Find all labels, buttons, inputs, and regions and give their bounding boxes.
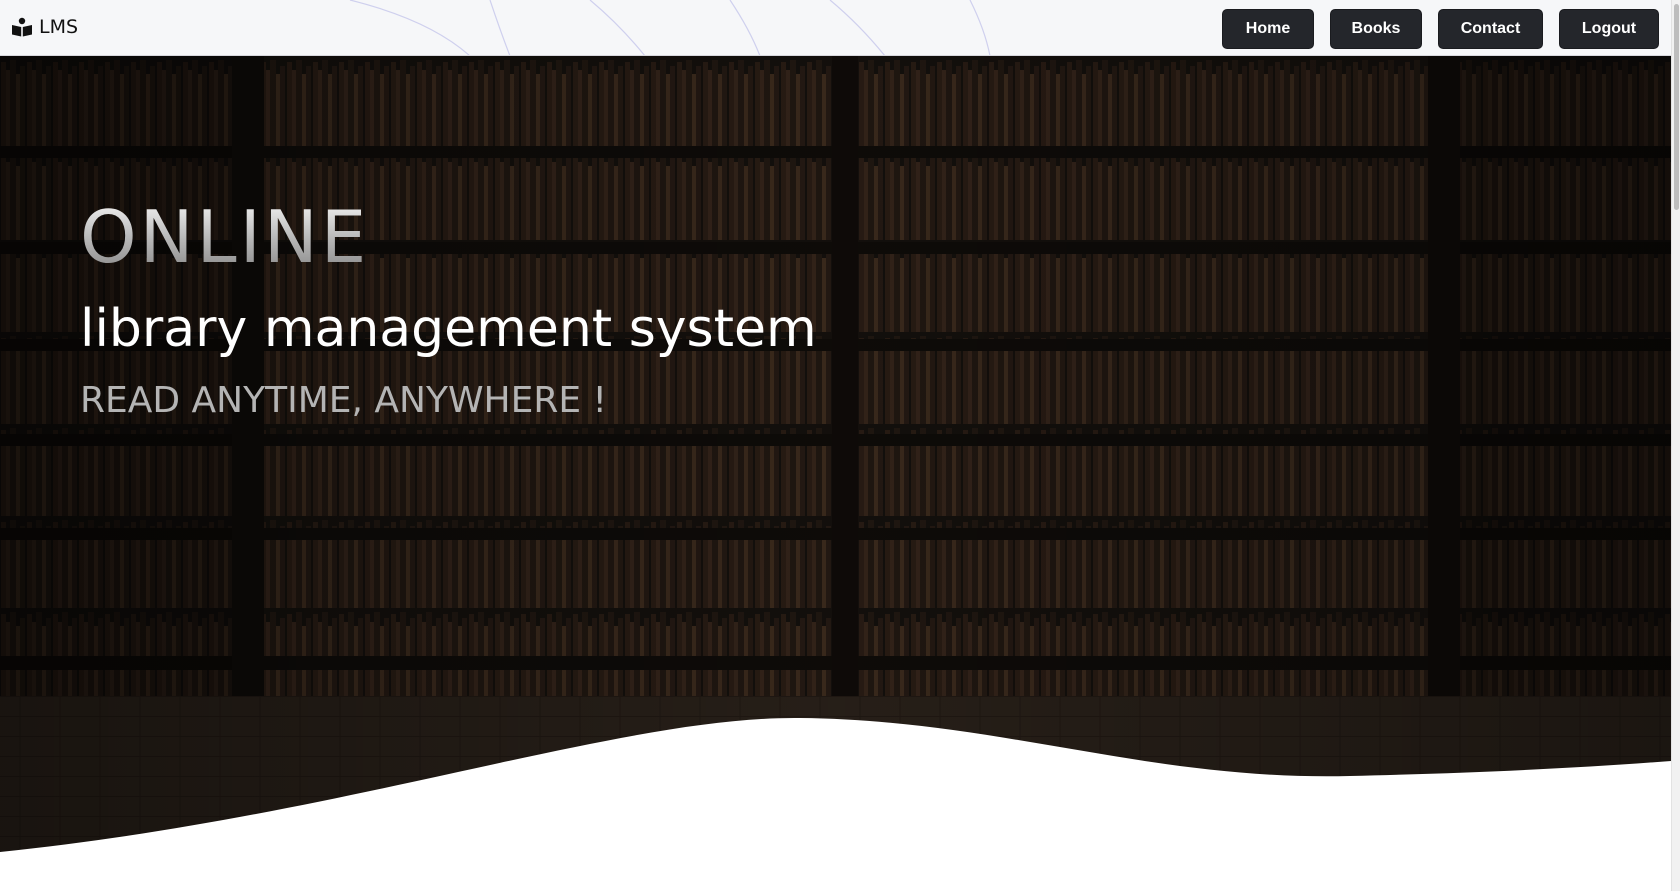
- books-button[interactable]: Books: [1330, 9, 1422, 49]
- page-content: LMS Home Books Contact Logout ONLINE lib…: [0, 0, 1671, 891]
- vertical-scrollbar[interactable]: [1671, 0, 1680, 891]
- book-reader-icon: [11, 17, 33, 37]
- navbar: LMS Home Books Contact Logout: [0, 0, 1671, 56]
- wave-divider: [0, 717, 1671, 891]
- brand-name: LMS: [39, 16, 79, 38]
- scrollbar-thumb[interactable]: [1674, 4, 1679, 210]
- contact-button[interactable]: Contact: [1438, 9, 1543, 49]
- hero-tagline: READ ANYTIME, ANYWHERE !: [80, 380, 607, 421]
- hero-subtitle: library management system: [80, 299, 817, 359]
- brand-logo[interactable]: LMS: [11, 16, 78, 38]
- home-button[interactable]: Home: [1222, 9, 1314, 49]
- nav-buttons: Home Books Contact Logout: [1222, 9, 1659, 49]
- hero-text: ONLINE library management system READ AN…: [80, 201, 817, 419]
- logout-button[interactable]: Logout: [1559, 9, 1659, 49]
- hero-section: ONLINE library management system READ AN…: [0, 56, 1671, 891]
- hero-title: ONLINE: [80, 201, 817, 273]
- page: LMS Home Books Contact Logout ONLINE lib…: [0, 0, 1680, 891]
